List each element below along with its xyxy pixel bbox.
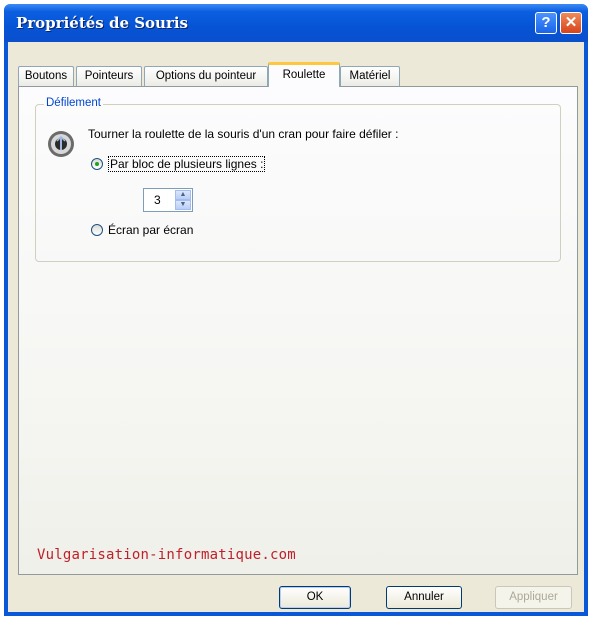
tab-panel-roulette: Défilement Tourner la roulette de la sou… <box>18 86 578 575</box>
apply-button[interactable]: Appliquer <box>495 586 572 609</box>
tab-boutons[interactable]: Boutons <box>18 66 74 86</box>
radio-lines-row[interactable]: Par bloc de plusieurs lignes : <box>91 156 266 172</box>
dialog-client-area: Boutons Pointeurs Options du pointeur Ro… <box>8 42 584 612</box>
watermark-text: Vulgarisation-informatique.com <box>37 547 296 563</box>
radio-lines[interactable] <box>91 158 103 170</box>
spin-up-icon[interactable]: ▲ <box>175 190 191 200</box>
groupbox-label: Défilement <box>44 97 103 109</box>
tab-materiel[interactable]: Matériel <box>340 66 400 86</box>
spin-buttons: ▲ ▼ <box>175 190 191 210</box>
lines-value[interactable]: 3 <box>154 193 161 207</box>
radio-screen-label[interactable]: Écran par écran <box>108 223 193 237</box>
scroll-description: Tourner la roulette de la souris d'un cr… <box>88 127 399 141</box>
help-button[interactable]: ? <box>535 12 557 34</box>
mouse-wheel-icon <box>48 131 74 157</box>
scrolling-groupbox: Défilement Tourner la roulette de la sou… <box>35 97 561 262</box>
ok-button[interactable]: OK <box>279 586 351 609</box>
tab-options-pointeur[interactable]: Options du pointeur <box>144 66 268 86</box>
radio-lines-label[interactable]: Par bloc de plusieurs lignes : <box>108 156 266 172</box>
help-icon: ? <box>541 14 551 31</box>
window-title: Propriétés de Souris <box>16 14 189 32</box>
title-bar[interactable]: Propriétés de Souris ? ✕ <box>4 4 588 42</box>
radio-screen-row[interactable]: Écran par écran <box>91 223 193 237</box>
radio-screen[interactable] <box>91 224 103 236</box>
tab-pointeurs[interactable]: Pointeurs <box>76 66 142 86</box>
spin-down-icon[interactable]: ▼ <box>175 200 191 210</box>
cancel-button[interactable]: Annuler <box>386 586 462 609</box>
tab-roulette[interactable]: Roulette <box>268 62 340 87</box>
close-button[interactable]: ✕ <box>560 12 582 34</box>
mouse-properties-window: Propriétés de Souris ? ✕ Boutons Pointeu… <box>4 4 588 616</box>
lines-spinner[interactable]: 3 ▲ ▼ <box>143 188 193 212</box>
close-icon: ✕ <box>564 14 578 31</box>
